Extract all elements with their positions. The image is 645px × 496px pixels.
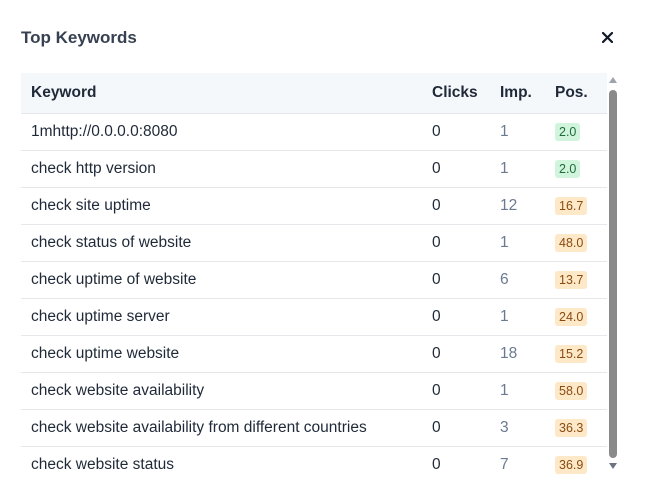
- table-row[interactable]: check website availability from differen…: [21, 409, 607, 447]
- clicks-cell: 0: [422, 298, 490, 336]
- scroll-down-arrow-icon[interactable]: [608, 462, 618, 470]
- clicks-cell: 0: [422, 446, 490, 483]
- clicks-cell: 0: [422, 335, 490, 373]
- impressions-cell: 1: [490, 298, 545, 336]
- position-badge: 15.2: [555, 345, 588, 363]
- impressions-cell: 18: [490, 335, 545, 373]
- keywords-table-container: Keyword Clicks Imp. Pos. 1mhttp://0.0.0.…: [21, 73, 607, 483]
- clicks-cell: 0: [422, 224, 490, 262]
- position-cell: 2.0: [545, 150, 607, 188]
- table-row[interactable]: check uptime of website 0 6 13.7: [21, 261, 607, 299]
- table-header-row: Keyword Clicks Imp. Pos.: [21, 73, 607, 114]
- header-keyword[interactable]: Keyword: [21, 73, 422, 114]
- scroll-up-arrow-icon[interactable]: [608, 76, 618, 84]
- clicks-cell: 0: [422, 150, 490, 188]
- keyword-cell: check website status: [21, 446, 422, 483]
- impressions-cell: 12: [490, 187, 545, 225]
- clicks-cell: 0: [422, 261, 490, 299]
- keyword-cell: check uptime server: [21, 298, 422, 336]
- keyword-cell: check site uptime: [21, 187, 422, 225]
- close-button[interactable]: [596, 26, 618, 48]
- position-cell: 36.9: [545, 446, 607, 483]
- table-row[interactable]: check site uptime 0 12 16.7: [21, 187, 607, 225]
- scrollbar-thumb[interactable]: [609, 90, 617, 458]
- position-badge: 2.0: [555, 160, 581, 178]
- table-row[interactable]: check website status 0 7 36.9: [21, 446, 607, 483]
- position-cell: 15.2: [545, 335, 607, 373]
- keyword-cell: check uptime of website: [21, 261, 422, 299]
- position-badge: 13.7: [555, 271, 588, 289]
- clicks-cell: 0: [422, 409, 490, 447]
- header-clicks[interactable]: Clicks: [422, 73, 490, 114]
- impressions-cell: 1: [490, 150, 545, 188]
- scrollbar[interactable]: [608, 76, 618, 470]
- impressions-cell: 1: [490, 113, 545, 151]
- keyword-cell: check http version: [21, 150, 422, 188]
- table-row[interactable]: check status of website 0 1 48.0: [21, 224, 607, 262]
- keyword-cell: check uptime website: [21, 335, 422, 373]
- position-cell: 36.3: [545, 409, 607, 447]
- position-badge: 2.0: [555, 123, 581, 141]
- table-row[interactable]: check uptime website 0 18 15.2: [21, 335, 607, 373]
- position-badge: 16.7: [555, 197, 588, 215]
- position-badge: 24.0: [555, 308, 588, 326]
- position-badge: 36.9: [555, 456, 588, 474]
- position-badge: 58.0: [555, 382, 588, 400]
- table-row[interactable]: 1mhttp://0.0.0.0:8080 0 1 2.0: [21, 113, 607, 151]
- modal-title: Top Keywords: [21, 28, 137, 47]
- position-cell: 2.0: [545, 113, 607, 151]
- keyword-cell: check status of website: [21, 224, 422, 262]
- clicks-cell: 0: [422, 372, 490, 410]
- position-cell: 58.0: [545, 372, 607, 410]
- impressions-cell: 7: [490, 446, 545, 483]
- table-row[interactable]: check uptime server 0 1 24.0: [21, 298, 607, 336]
- keyword-cell: check website availability: [21, 372, 422, 410]
- position-cell: 24.0: [545, 298, 607, 336]
- position-badge: 48.0: [555, 234, 588, 252]
- position-cell: 48.0: [545, 224, 607, 262]
- clicks-cell: 0: [422, 113, 490, 151]
- keyword-cell: 1mhttp://0.0.0.0:8080: [21, 113, 422, 151]
- clicks-cell: 0: [422, 187, 490, 225]
- position-cell: 16.7: [545, 187, 607, 225]
- table-row[interactable]: check website availability 0 1 58.0: [21, 372, 607, 410]
- impressions-cell: 1: [490, 224, 545, 262]
- impressions-cell: 3: [490, 409, 545, 447]
- header-position[interactable]: Pos.: [545, 73, 607, 114]
- keyword-cell: check website availability from differen…: [21, 409, 422, 447]
- position-cell: 13.7: [545, 261, 607, 299]
- position-badge: 36.3: [555, 419, 588, 437]
- top-keywords-modal: Top Keywords Keyword Clicks Imp. Pos. 1m: [0, 0, 645, 496]
- impressions-cell: 1: [490, 372, 545, 410]
- header-impressions[interactable]: Imp.: [490, 73, 545, 114]
- close-icon: [601, 31, 613, 43]
- keywords-table: Keyword Clicks Imp. Pos. 1mhttp://0.0.0.…: [21, 73, 607, 483]
- impressions-cell: 6: [490, 261, 545, 299]
- table-row[interactable]: check http version 0 1 2.0: [21, 150, 607, 188]
